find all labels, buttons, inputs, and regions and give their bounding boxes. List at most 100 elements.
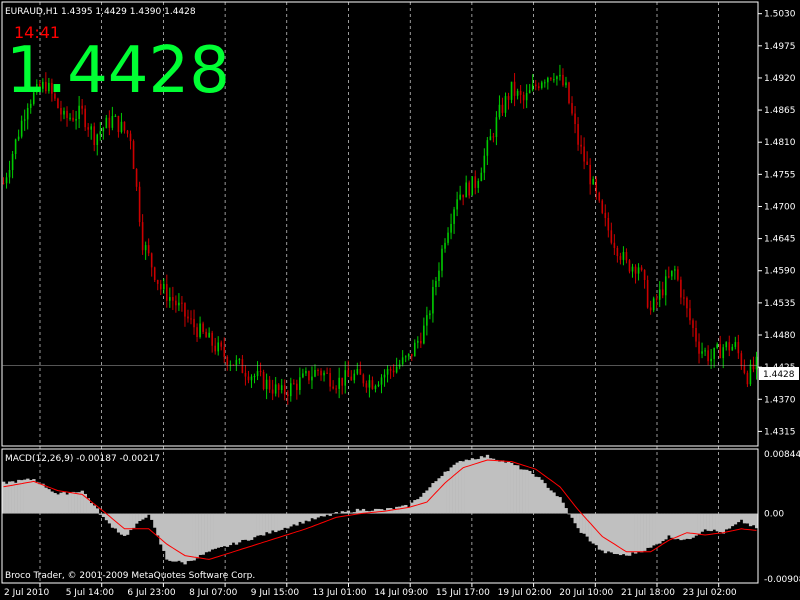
macd-histogram-bar [122, 513, 127, 536]
macd-histogram-bar [528, 470, 532, 514]
macd-histogram-bar [546, 487, 550, 514]
macd-histogram-bar [129, 513, 133, 531]
macd-histogram-bar [171, 513, 175, 562]
macd-histogram-bar [286, 513, 290, 529]
macd-histogram-bar [467, 460, 472, 514]
macd-histogram-bar [703, 513, 707, 530]
candle-body [305, 371, 307, 374]
price-tick-label: 1.4810 [764, 138, 796, 148]
macd-histogram-bar [724, 513, 729, 530]
macd-histogram-bar [262, 513, 266, 536]
macd-histogram-bar [243, 513, 248, 540]
macd-histogram-bar [198, 513, 202, 555]
candle-body [698, 341, 700, 354]
candle-body [283, 385, 286, 395]
candle-body [664, 276, 667, 296]
macd-histogram-bar [751, 513, 756, 526]
macd-histogram-bar [640, 513, 644, 553]
candle-body [178, 302, 180, 306]
macd-histogram-bar [183, 513, 187, 565]
candle-body [507, 96, 510, 100]
macd-histogram-bar [736, 513, 741, 523]
macd-histogram-bar [274, 513, 278, 533]
macd-histogram-bar [271, 513, 275, 531]
macd-histogram-bar [277, 513, 281, 531]
candle-body [105, 117, 108, 129]
candle-body [344, 370, 347, 386]
macd-histogram-bar [655, 513, 659, 544]
candle-body [483, 155, 486, 173]
macd-histogram-bar [664, 513, 668, 540]
macd-histogram-bar [119, 513, 124, 535]
candle-body [734, 342, 737, 347]
macd-histogram-bar [29, 479, 33, 514]
macd-histogram-bar [310, 513, 314, 519]
macd-histogram-bar [373, 508, 378, 514]
candle-body [686, 297, 688, 309]
macd-histogram-bar [71, 491, 75, 514]
macd-histogram-bar [646, 513, 650, 548]
candle-body [202, 323, 204, 332]
candle-body [610, 230, 613, 243]
macd-histogram-bar [558, 497, 562, 514]
macd-histogram-bar [588, 513, 592, 542]
candle-body [580, 144, 582, 147]
time-tick-label: 13 Jul 01:00 [313, 588, 367, 598]
candle-body [323, 372, 325, 376]
macd-histogram-bar [673, 513, 677, 540]
candle-body [568, 82, 570, 104]
macd-histogram-bar [630, 513, 635, 553]
candle-body [166, 284, 168, 301]
macd-histogram-bar [280, 513, 284, 530]
candle-body [8, 170, 11, 178]
candle-body [477, 181, 480, 188]
macd-histogram-bar [552, 492, 556, 514]
candle-body [314, 369, 316, 377]
candle-body [528, 90, 531, 94]
candle-body [156, 279, 159, 284]
macd-histogram-bar [624, 513, 629, 556]
macd-histogram-bar [125, 513, 130, 535]
candle-body [619, 256, 622, 260]
macd-histogram-bar [249, 513, 254, 540]
price-tick-label: 1.4370 [764, 395, 796, 405]
candle-body [123, 121, 126, 131]
candle-body [129, 133, 132, 142]
current-price-tag: 1.4428 [763, 370, 795, 380]
macd-histogram-bar [621, 513, 626, 555]
price-tick-label: 1.4480 [764, 331, 796, 341]
candle-body [410, 353, 413, 357]
macd-histogram-bar [298, 513, 302, 522]
candle-body [241, 359, 244, 373]
macd-histogram-bar [446, 471, 450, 514]
macd-histogram-bar [231, 513, 236, 543]
macd-histogram-bar [174, 513, 178, 562]
candle-body [519, 90, 522, 95]
macd-histogram-bar [676, 513, 680, 539]
macd-tick-label: -0.00908 [764, 575, 800, 585]
macd-histogram-bar [494, 459, 499, 514]
macd-histogram-bar [440, 475, 444, 514]
macd-histogram-bar [50, 491, 54, 514]
candle-body [628, 260, 631, 272]
macd-histogram-bar [531, 473, 535, 514]
price-tick-label: 1.4700 [764, 202, 796, 212]
macd-histogram-bar [322, 513, 326, 517]
macd-histogram-bar [147, 513, 151, 515]
candle-body [438, 270, 440, 282]
macd-histogram-bar [189, 513, 193, 561]
macd-histogram-bar [141, 513, 145, 520]
macd-histogram-bar [706, 513, 710, 531]
candle-body [707, 350, 709, 362]
candle-body [471, 176, 474, 196]
candle-body [459, 194, 461, 200]
macd-histogram-bar [23, 479, 27, 514]
macd-histogram-bar [497, 461, 502, 514]
candle-body [353, 373, 356, 381]
macd-histogram-bar [213, 513, 218, 549]
candle-body [289, 383, 292, 397]
candle-body [169, 297, 171, 301]
macd-histogram-bar [56, 494, 60, 514]
candle-body [571, 103, 573, 114]
candle-body [489, 136, 492, 141]
